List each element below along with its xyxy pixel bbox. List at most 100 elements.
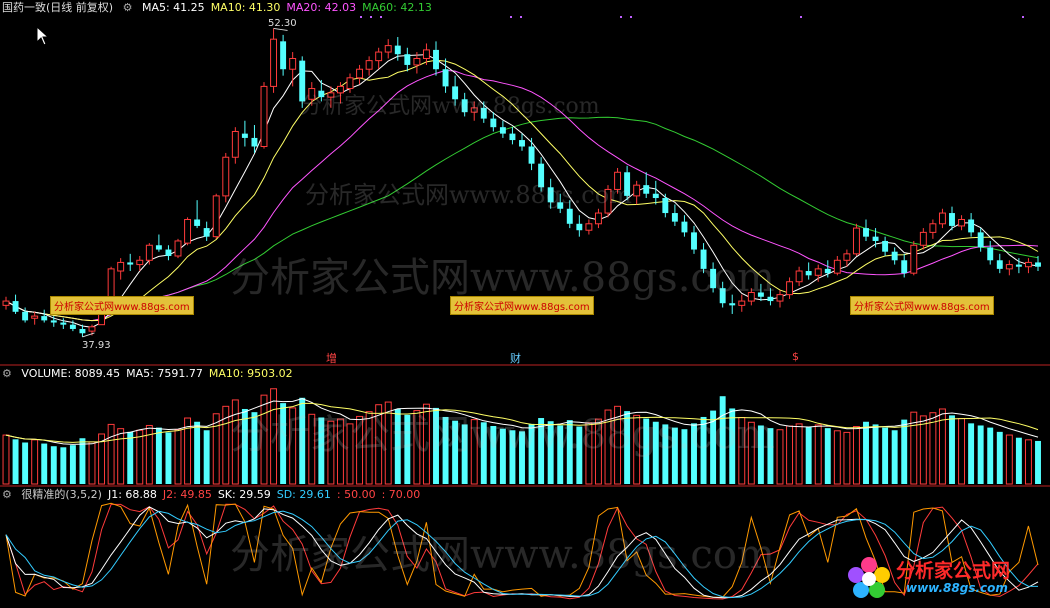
volume-bar: [1035, 440, 1041, 484]
candle-body: [852, 227, 860, 255]
volume-bar: [738, 416, 746, 485]
candle-body: [470, 107, 478, 113]
indicator-label[interactable]: MA20: 42.03: [286, 1, 356, 14]
candle-body: [805, 271, 812, 276]
candle-body: [289, 57, 297, 70]
candle-body: [490, 118, 497, 128]
candle-body: [346, 77, 354, 90]
indicator-label[interactable]: MA10: 41.30: [211, 1, 281, 14]
candle-body: [509, 133, 516, 141]
candle-body: [2, 300, 10, 306]
indicator-label[interactable]: J2: 49.85: [163, 488, 212, 501]
volume-bar: [336, 418, 344, 485]
low-price-label: 37.93: [82, 340, 111, 351]
indicator-label[interactable]: SD: 29.61: [277, 488, 331, 501]
mouse-cursor-icon: [36, 26, 50, 46]
indicator-label[interactable]: SK: 29.59: [218, 488, 271, 501]
indicator-label[interactable]: MA5: 7591.77: [126, 367, 203, 380]
volume-bar: [174, 429, 182, 485]
candle-body: [60, 322, 67, 325]
stock-chart[interactable]: 国药一致(日线 前复权) ⚙ MA5: 41.25 MA10: 41.30 MA20…: [0, 0, 1050, 608]
volume-bar: [394, 408, 401, 484]
candle-body: [738, 300, 746, 306]
candle-body: [433, 49, 439, 70]
candle-body: [652, 193, 659, 199]
low-pointer: [82, 332, 95, 338]
volume-bar: [585, 422, 593, 485]
candle-body: [949, 213, 955, 226]
volume-bar: [528, 423, 535, 484]
indicator-label[interactable]: VOLUME: 8089.45: [21, 367, 120, 380]
indicator-label[interactable]: J1: 68.88: [108, 488, 157, 501]
candle-body: [194, 219, 201, 226]
volume-bar: [929, 412, 937, 485]
candle-body: [222, 156, 230, 197]
indicator-toggle-icon[interactable]: ⚙: [123, 1, 133, 14]
site-logo: 分析家公式网 www.88gs.com: [844, 554, 1044, 602]
stock-title[interactable]: 国药一致(日线 前复权): [2, 1, 113, 14]
indicator-label[interactable]: MA5: 41.25: [142, 1, 205, 14]
candle-body: [452, 86, 459, 100]
volume-bar: [863, 421, 869, 484]
volume-bar: [643, 418, 650, 484]
candle-body: [767, 296, 774, 302]
indicator-label[interactable]: 很精准的(3,5,2): [21, 488, 102, 501]
volume-bar: [117, 428, 125, 485]
volume-bar: [375, 404, 383, 485]
event-marker-dividend[interactable]: $: [792, 350, 799, 363]
candle-body: [461, 99, 468, 113]
volume-bar: [547, 421, 554, 484]
volume-bar: [2, 434, 10, 485]
candle-body: [643, 185, 650, 194]
candle-body: [872, 236, 879, 241]
candle-body: [404, 54, 411, 65]
volume-bar: [442, 416, 449, 484]
candle-body: [700, 249, 707, 269]
volume-bar: [977, 425, 984, 484]
candle-body: [891, 251, 898, 261]
oscillator-panel-header: ⚙ 很精准的(3,5,2) J1: 68.88 J2: 49.85 SK: 29.59…: [2, 487, 432, 503]
candle-body: [375, 51, 383, 62]
event-dot: [630, 16, 632, 18]
oscillator-toggle-icon[interactable]: ⚙: [2, 488, 12, 501]
volume-bar: [538, 418, 545, 484]
indicator-label[interactable]: MA10: 9503.02: [209, 367, 293, 380]
volume-bar: [299, 397, 306, 484]
candle-body: [260, 85, 268, 148]
volume-bar: [22, 442, 29, 484]
candle-body: [299, 60, 306, 102]
candle-body: [413, 57, 421, 66]
candle-body: [882, 240, 889, 252]
candle-body: [241, 133, 248, 138]
volume-bar: [519, 431, 525, 484]
candle-body: [538, 163, 545, 188]
flower-icon: [848, 557, 890, 598]
volume-bar: [289, 407, 297, 485]
candle-body: [719, 288, 726, 304]
volume-bar: [365, 411, 373, 485]
volume-bar: [433, 407, 439, 484]
candle-body: [308, 88, 316, 100]
event-marker-financial-report[interactable]: 财: [510, 350, 521, 366]
volume-bar: [776, 429, 784, 485]
volume-bar: [480, 422, 487, 484]
candle-body: [69, 324, 76, 329]
volume-bar: [719, 396, 726, 484]
volume-toggle-icon[interactable]: ⚙: [2, 367, 12, 380]
indicator-label[interactable]: MA60: 42.13: [362, 1, 432, 14]
ma10-line: [5, 59, 1039, 322]
volume-bar: [41, 443, 48, 484]
event-marker-capital-increase[interactable]: 增: [326, 350, 337, 366]
volume-bar: [882, 427, 889, 484]
candle-body: [757, 292, 764, 297]
volume-bar: [624, 411, 631, 484]
indicator-label[interactable]: : 70.00: [382, 488, 421, 501]
volume-bar: [767, 428, 774, 484]
candle-body: [691, 232, 697, 250]
volume-bar: [1024, 439, 1032, 485]
candle-body: [499, 127, 506, 134]
volume-bar: [127, 431, 134, 484]
volume-bar: [136, 429, 144, 485]
candle-body: [356, 68, 364, 79]
indicator-label[interactable]: : 50.00: [337, 488, 376, 501]
